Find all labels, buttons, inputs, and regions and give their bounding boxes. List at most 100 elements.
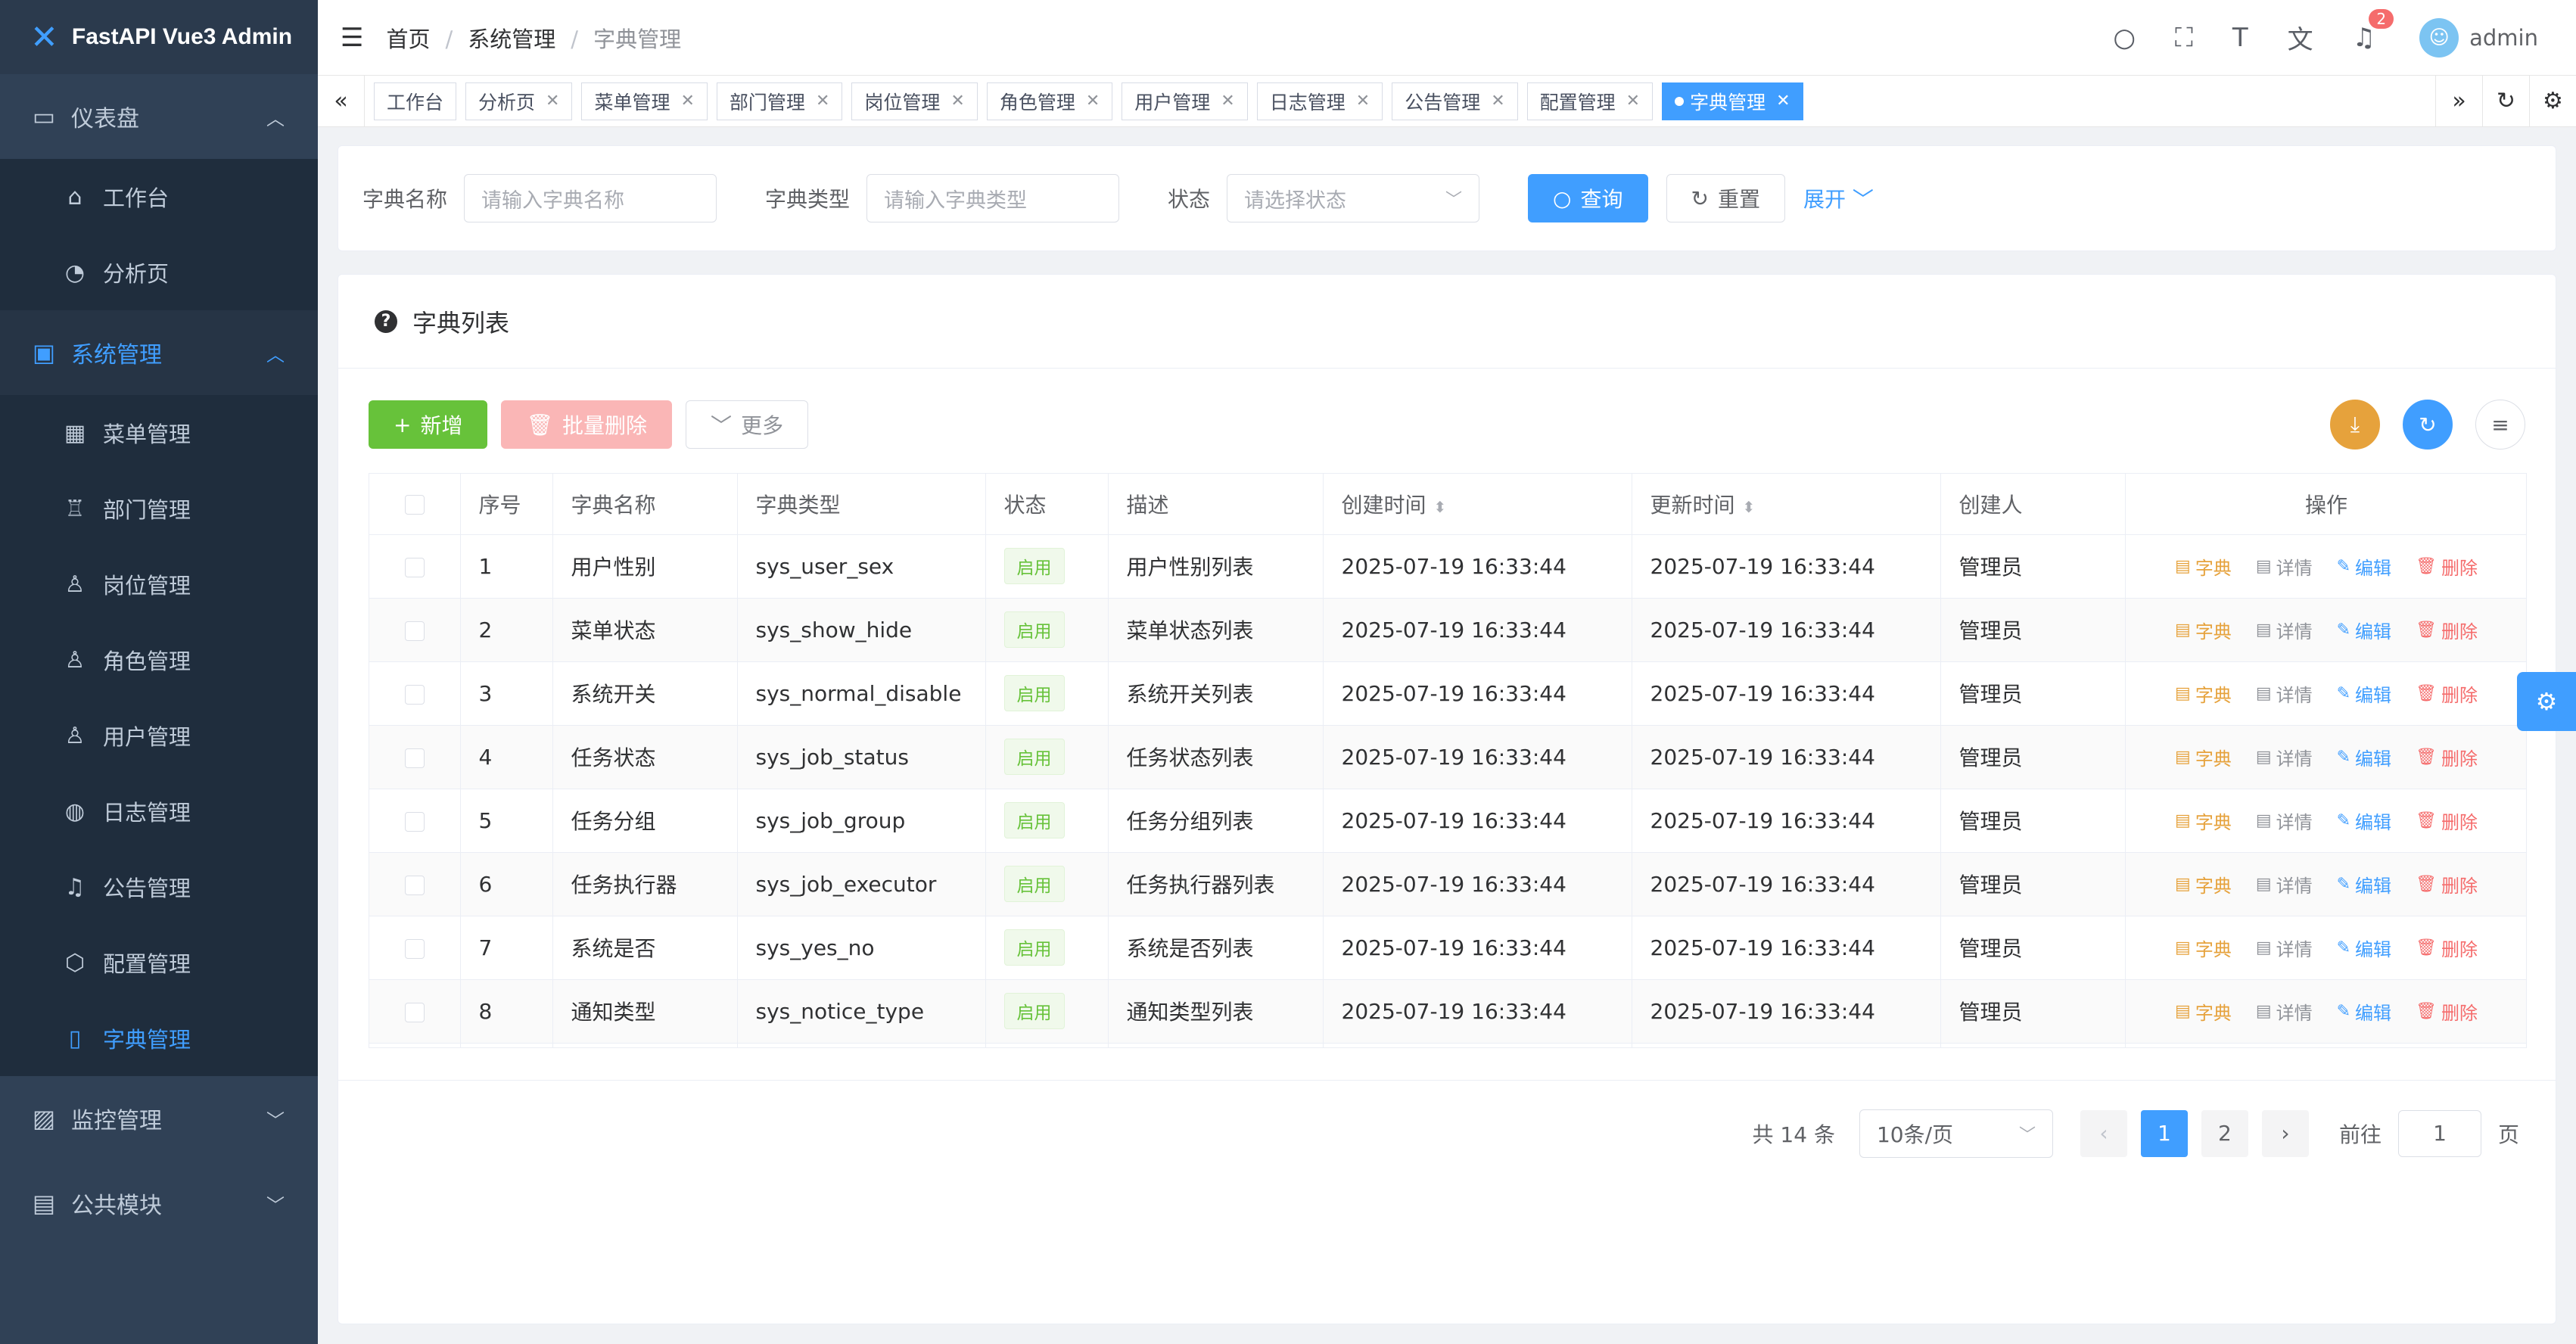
refresh-icon[interactable]: ↻ (2482, 75, 2529, 127)
edit-button[interactable]: ✎ 编辑 (2337, 680, 2391, 707)
goto-page-input[interactable]: 1 (2397, 1109, 2481, 1157)
row-checkbox[interactable] (369, 789, 461, 853)
tab-7[interactable]: 日志管理 ✕ (1256, 82, 1383, 120)
delete-button[interactable]: 🗑 删除 (2416, 744, 2478, 770)
translate-icon[interactable]: 文 (2288, 19, 2313, 56)
edit-button[interactable]: ✎ 编辑 (2337, 871, 2391, 898)
query-button[interactable]: ○ 查询 (1528, 174, 1648, 222)
tab-8[interactable]: 公告管理 ✕ (1392, 82, 1518, 120)
col-created[interactable]: 创建时间 ⬍ (1323, 474, 1632, 535)
delete-button[interactable]: 🗑 删除 (2416, 553, 2478, 580)
edit-button[interactable]: ✎ 编辑 (2337, 998, 2391, 1025)
dict-name-input[interactable]: 请输入字典名称 (464, 174, 717, 222)
delete-button[interactable]: 🗑 删除 (2416, 680, 2478, 707)
dict-button[interactable]: ▤ 字典 (2175, 744, 2232, 770)
page-2-button[interactable]: 2 (2201, 1109, 2248, 1157)
notification-bell-icon[interactable]: ♫ 2 (2353, 8, 2394, 53)
row-checkbox[interactable] (369, 725, 461, 789)
scroll-left-icon[interactable]: « (318, 75, 365, 127)
sidebar-item-1-5[interactable]: ◍ 日志管理 (0, 773, 318, 849)
sidebar-item-1-6[interactable]: ♫ 公告管理 (0, 849, 318, 925)
sort-icon[interactable]: ⬍ (1434, 498, 1447, 516)
sidebar-item-1-2[interactable]: ♙ 岗位管理 (0, 546, 318, 622)
delete-button[interactable]: 🗑 删除 (2416, 871, 2478, 898)
row-checkbox[interactable] (369, 534, 461, 599)
dict-type-input[interactable]: 请输入字典类型 (866, 174, 1120, 222)
close-icon[interactable]: ✕ (1626, 92, 1640, 110)
row-checkbox[interactable] (369, 1043, 461, 1047)
avatar[interactable]: ☺ (2419, 17, 2459, 58)
dict-button[interactable]: ▤ 字典 (2175, 617, 2232, 643)
tab-4[interactable]: 岗位管理 ✕ (851, 82, 978, 120)
page-size-select[interactable]: 10条/页 ﹀ (1859, 1109, 2053, 1158)
app-logo[interactable]: ✕ FastAPI Vue3 Admin (0, 0, 318, 74)
detail-button[interactable]: ▤ 详情 (2256, 998, 2313, 1025)
delete-button[interactable]: 🗑 删除 (2416, 617, 2478, 643)
sidebar-item-1-8[interactable]: ▯ 字典管理 (0, 1000, 318, 1076)
detail-button[interactable]: ▤ 详情 (2256, 680, 2313, 707)
sidebar-item-1-1[interactable]: ♖ 部门管理 (0, 471, 318, 546)
close-icon[interactable]: ✕ (1776, 92, 1790, 110)
tab-6[interactable]: 用户管理 ✕ (1122, 82, 1248, 120)
close-icon[interactable]: ✕ (950, 92, 964, 110)
scroll-right-icon[interactable]: » (2435, 75, 2482, 127)
help-icon[interactable]: ? (375, 310, 397, 333)
detail-button[interactable]: ▤ 详情 (2256, 744, 2313, 770)
close-icon[interactable]: ✕ (816, 92, 829, 110)
sidebar-item-0-0[interactable]: ⌂ 工作台 (0, 159, 318, 235)
detail-button[interactable]: ▤ 详情 (2256, 935, 2313, 961)
breadcrumb-system[interactable]: 系统管理 (468, 26, 555, 52)
add-button[interactable]: + 新增 (369, 400, 488, 449)
tab-1[interactable]: 分析页 ✕ (465, 82, 573, 120)
sort-icon[interactable]: ⬍ (1743, 498, 1756, 516)
edit-button[interactable]: ✎ 编辑 (2337, 935, 2391, 961)
dict-button[interactable]: ▤ 字典 (2175, 680, 2232, 707)
font-size-icon[interactable]: T (2232, 23, 2248, 53)
breadcrumb-home[interactable]: 首页 (386, 26, 430, 52)
close-icon[interactable]: ✕ (1221, 92, 1234, 110)
status-select[interactable]: 请选择状态 ﹀ (1227, 174, 1480, 222)
sidebar-item-1-3[interactable]: ♙ 角色管理 (0, 622, 318, 698)
row-checkbox[interactable] (369, 979, 461, 1044)
col-updated[interactable]: 更新时间 ⬍ (1632, 474, 1941, 535)
delete-button[interactable]: 🗑 删除 (2416, 998, 2478, 1025)
collapse-menu-icon[interactable]: ☰ (341, 23, 363, 53)
sidebar-group-3[interactable]: ▤ 公共模块 ﹀ (0, 1161, 318, 1246)
more-button[interactable]: ﹀ 更多 (686, 400, 809, 449)
page-1-button[interactable]: 1 (2140, 1109, 2188, 1157)
refresh-button[interactable]: ↻ (2403, 400, 2453, 450)
column-settings-button[interactable]: ≡ (2475, 400, 2525, 450)
dict-button[interactable]: ▤ 字典 (2175, 998, 2232, 1025)
expand-link[interactable]: 展开 ﹀ (1803, 183, 1874, 213)
select-all-checkbox[interactable] (369, 474, 461, 535)
delete-button[interactable]: 🗑 删除 (2416, 935, 2478, 961)
prev-page-icon[interactable]: ‹ (2080, 1109, 2127, 1157)
sidebar-group-1[interactable]: ▣ 系统管理 ︿ (0, 310, 318, 395)
edit-button[interactable]: ✎ 编辑 (2337, 807, 2391, 834)
detail-button[interactable]: ▤ 详情 (2256, 553, 2313, 580)
close-icon[interactable]: ✕ (546, 92, 559, 110)
tab-0[interactable]: 工作台 (374, 82, 457, 120)
fullscreen-icon[interactable]: ⛶ (2175, 23, 2193, 53)
tab-5[interactable]: 角色管理 ✕ (986, 82, 1113, 120)
reset-button[interactable]: ↻ 重置 (1666, 174, 1785, 222)
tab-10[interactable]: 字典管理 ✕ (1662, 82, 1803, 120)
sidebar-item-1-4[interactable]: ♙ 用户管理 (0, 698, 318, 773)
dict-button[interactable]: ▤ 字典 (2175, 807, 2232, 834)
close-icon[interactable]: ✕ (1086, 92, 1100, 110)
sidebar-group-0[interactable]: ▭ 仪表盘 ︿ (0, 74, 318, 159)
detail-button[interactable]: ▤ 详情 (2256, 617, 2313, 643)
sidebar-group-2[interactable]: ▨ 监控管理 ﹀ (0, 1076, 318, 1161)
sidebar-item-1-7[interactable]: ⬡ 配置管理 (0, 925, 318, 1000)
sidebar-item-0-1[interactable]: ◔ 分析页 (0, 235, 318, 310)
row-checkbox[interactable] (369, 598, 461, 662)
close-icon[interactable]: ✕ (1491, 92, 1504, 110)
tab-2[interactable]: 菜单管理 ✕ (581, 82, 708, 120)
edit-button[interactable]: ✎ 编辑 (2337, 617, 2391, 643)
settings-drawer-icon[interactable]: ⚙ (2517, 672, 2576, 731)
close-icon[interactable]: ✕ (680, 92, 694, 110)
dict-button[interactable]: ▤ 字典 (2175, 935, 2232, 961)
close-icon[interactable]: ✕ (1356, 92, 1370, 110)
row-checkbox[interactable] (369, 852, 461, 916)
search-icon[interactable]: ○ (2113, 23, 2136, 53)
